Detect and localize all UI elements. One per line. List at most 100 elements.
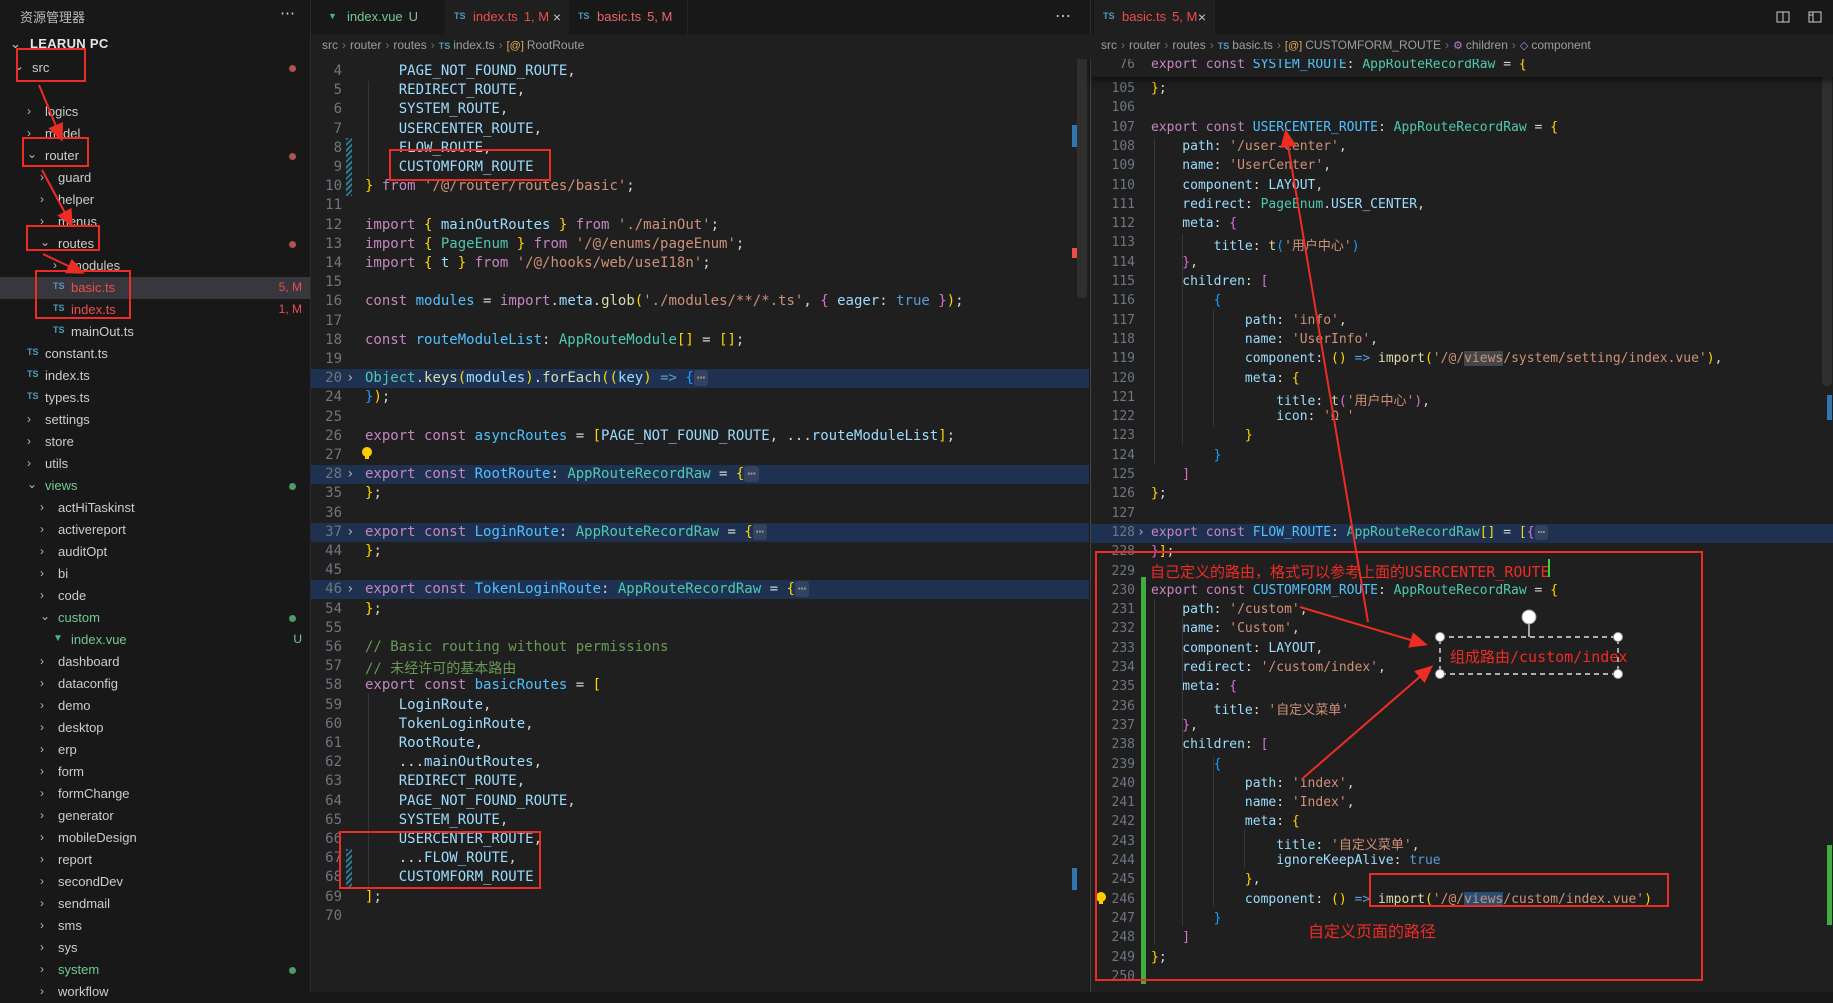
code-line-44[interactable]: 44};: [311, 542, 1089, 561]
code-line-68[interactable]: 68 CUSTOMFORM_ROUTE: [311, 868, 1089, 887]
tree-item-system[interactable]: ›system: [0, 959, 310, 981]
code-line-11[interactable]: 11: [311, 196, 1089, 215]
fold-chevron-icon[interactable]: ›: [346, 466, 354, 482]
breadcrumb-item-RootRoute[interactable]: [@]RootRoute: [507, 38, 585, 52]
tree-item-router[interactable]: ⌄router: [0, 145, 310, 167]
tab-index.vue[interactable]: ▼index.vueU: [319, 0, 446, 35]
code-line-66[interactable]: 66 USERCENTER_ROUTE,: [311, 830, 1089, 849]
code-line-237[interactable]: 237 },: [1091, 717, 1833, 736]
code-line-107[interactable]: 107export const USERCENTER_ROUTE: AppRou…: [1091, 119, 1833, 138]
code-line-5[interactable]: 5 REDIRECT_ROUTE,: [311, 81, 1089, 100]
tree-item-types.ts[interactable]: TStypes.ts: [0, 387, 310, 409]
fold-chevron-icon[interactable]: ›: [346, 524, 354, 540]
tree-item-formChange[interactable]: ›formChange: [0, 783, 310, 805]
code-line-65[interactable]: 65 SYSTEM_ROUTE,: [311, 811, 1089, 830]
code-line-109[interactable]: 109 name: 'UserCenter',: [1091, 157, 1833, 176]
tab-basic.ts[interactable]: TSbasic.ts5, M: [569, 0, 688, 35]
tree-item-mobileDesign[interactable]: ›mobileDesign: [0, 827, 310, 849]
customize-layout-icon[interactable]: [1808, 11, 1822, 23]
fold-chevron-icon[interactable]: ›: [346, 370, 354, 386]
code-line-125[interactable]: 125 ]: [1091, 466, 1833, 485]
code-line-24[interactable]: 24});: [311, 388, 1089, 407]
tree-item-sms[interactable]: ›sms: [0, 915, 310, 937]
tree-item-sendmail[interactable]: ›sendmail: [0, 893, 310, 915]
close-icon[interactable]: ×: [553, 9, 561, 25]
tree-item-dataconfig[interactable]: ›dataconfig: [0, 673, 310, 695]
breadcrumb-item-routes[interactable]: routes: [393, 38, 426, 52]
tree-item-erp[interactable]: ›erp: [0, 739, 310, 761]
code-line-127[interactable]: 127: [1091, 505, 1833, 524]
editor-actions-more-icon[interactable]: ⋯: [1055, 6, 1071, 26]
code-line-19[interactable]: 19: [311, 350, 1089, 369]
tree-item-index.ts[interactable]: TSindex.ts: [0, 365, 310, 387]
breadcrumb-item-index.ts[interactable]: TSindex.ts: [439, 38, 495, 52]
fold-chevron-icon[interactable]: ›: [346, 581, 354, 597]
code-line-118[interactable]: 118 name: 'UserInfo',: [1091, 331, 1833, 350]
tree-item-code[interactable]: ›code: [0, 585, 310, 607]
code-line-63[interactable]: 63 REDIRECT_ROUTE,: [311, 772, 1089, 791]
breadcrumb-item-basic.ts[interactable]: TSbasic.ts: [1218, 38, 1273, 52]
explorer-more-icon[interactable]: ⋯: [280, 4, 296, 22]
code-line-228[interactable]: 228}];: [1091, 543, 1833, 562]
code-line-62[interactable]: 62 ...mainOutRoutes,: [311, 753, 1089, 772]
tree-item-modules[interactable]: ›modules: [0, 255, 310, 277]
breadcrumb-item-component[interactable]: ◇component: [1520, 38, 1591, 52]
tree-item-src[interactable]: ⌄src: [0, 57, 310, 79]
code-line-55[interactable]: 55: [311, 619, 1089, 638]
code-line-67[interactable]: 67 ...FLOW_ROUTE,: [311, 849, 1089, 868]
tree-item-actHiTaskinst[interactable]: ›actHiTaskinst: [0, 497, 310, 519]
breadcrumb-item-routes[interactable]: routes: [1172, 38, 1205, 52]
tree-item-form[interactable]: ›form: [0, 761, 310, 783]
code-line-245[interactable]: 245 },: [1091, 871, 1833, 890]
code-line-117[interactable]: 117 path: 'info',: [1091, 312, 1833, 331]
code-line-116[interactable]: 116 {: [1091, 292, 1833, 311]
code-line-28[interactable]: 28›export const RootRoute: AppRouteRecor…: [311, 465, 1089, 484]
lightbulb-icon[interactable]: [1094, 891, 1108, 911]
code-line-4[interactable]: 4 PAGE_NOT_FOUND_ROUTE,: [311, 62, 1089, 81]
code-line-69[interactable]: 69];: [311, 888, 1089, 907]
right-editor[interactable]: 104 }105};106107export const USERCENTER_…: [1090, 35, 1833, 992]
tree-item-activereport[interactable]: ›activereport: [0, 519, 310, 541]
tree-item-routes[interactable]: ⌄routes: [0, 233, 310, 255]
code-line-16[interactable]: 16const modules = import.meta.glob('./mo…: [311, 292, 1089, 311]
tree-item-hidden[interactable]: [0, 79, 310, 101]
code-line-241[interactable]: 241 name: 'Index',: [1091, 794, 1833, 813]
code-line-122[interactable]: 122 icon: 'Ω ': [1091, 408, 1833, 427]
code-line-124[interactable]: 124 }: [1091, 447, 1833, 466]
code-line-119[interactable]: 119 component: () => import('/@/views/sy…: [1091, 350, 1833, 369]
code-line-239[interactable]: 239 {: [1091, 756, 1833, 775]
breadcrumb-item-CUSTOMFORM_ROUTE[interactable]: [@]CUSTOMFORM_ROUTE: [1285, 38, 1441, 52]
code-line-27[interactable]: 27: [311, 446, 1089, 465]
code-line-113[interactable]: 113 title: t('用户中心'): [1091, 234, 1833, 253]
tree-item-settings[interactable]: ›settings: [0, 409, 310, 431]
code-line-247[interactable]: 247 }: [1091, 910, 1833, 929]
code-line-64[interactable]: 64 PAGE_NOT_FOUND_ROUTE,: [311, 792, 1089, 811]
code-line-57[interactable]: 57// 未经许可的基本路由: [311, 657, 1089, 676]
code-line-9[interactable]: 9 CUSTOMFORM_ROUTE: [311, 158, 1089, 177]
code-line-108[interactable]: 108 path: '/user-center',: [1091, 138, 1833, 157]
code-line-240[interactable]: 240 path: 'index',: [1091, 775, 1833, 794]
code-line-231[interactable]: 231 path: '/custom',: [1091, 601, 1833, 620]
code-line-126[interactable]: 126};: [1091, 485, 1833, 504]
code-line-123[interactable]: 123 }: [1091, 427, 1833, 446]
code-line-13[interactable]: 13import { PageEnum } from '/@/enums/pag…: [311, 235, 1089, 254]
code-line-115[interactable]: 115 children: [: [1091, 273, 1833, 292]
tree-item-store[interactable]: ›store: [0, 431, 310, 453]
code-line-18[interactable]: 18const routeModuleList: AppRouteModule[…: [311, 331, 1089, 350]
code-line-35[interactable]: 35};: [311, 484, 1089, 503]
code-line-243[interactable]: 243 title: '自定义菜单',: [1091, 833, 1833, 852]
code-line-106[interactable]: 106: [1091, 99, 1833, 118]
tree-item-auditOpt[interactable]: ›auditOpt: [0, 541, 310, 563]
code-line-111[interactable]: 111 redirect: PageEnum.USER_CENTER,: [1091, 196, 1833, 215]
tree-item-sys[interactable]: ›sys: [0, 937, 310, 959]
code-line-8[interactable]: 8 FLOW_ROUTE,: [311, 139, 1089, 158]
code-line-58[interactable]: 58export const basicRoutes = [: [311, 676, 1089, 695]
tree-item-bi[interactable]: ›bi: [0, 563, 310, 585]
code-line-112[interactable]: 112 meta: {: [1091, 215, 1833, 234]
tree-item-basic.ts[interactable]: TSbasic.ts5, M: [0, 277, 310, 299]
code-line-20[interactable]: 20›Object.keys(modules).forEach((key) =>…: [311, 369, 1089, 388]
tree-item-utils[interactable]: ›utils: [0, 453, 310, 475]
tree-item-demo[interactable]: ›demo: [0, 695, 310, 717]
code-line-242[interactable]: 242 meta: {: [1091, 813, 1833, 832]
code-line-17[interactable]: 17: [311, 312, 1089, 331]
